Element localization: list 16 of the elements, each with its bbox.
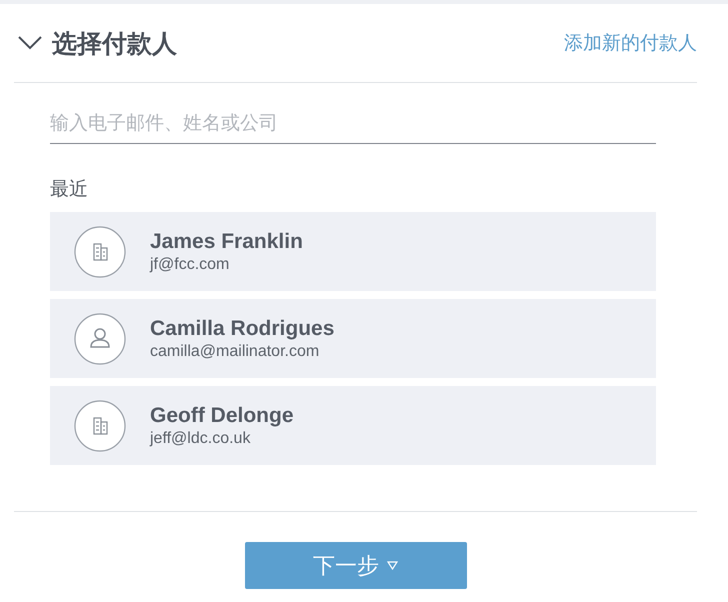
section-title: 选择付款人 (52, 28, 177, 60)
recent-label: 最近 (50, 178, 89, 202)
payer-name: Geoff Delonge (150, 404, 294, 428)
payer-email: camilla@mailinator.com (150, 342, 320, 360)
payer-email: jf@fcc.com (150, 256, 230, 274)
building-icon (74, 400, 126, 452)
payer-name: James Franklin (150, 230, 303, 254)
payer-row[interactable]: Camilla Rodrigues camilla@mailinator.com (50, 299, 656, 378)
chevron-icon[interactable] (18, 36, 42, 50)
person-icon (74, 312, 126, 364)
building-icon (74, 226, 126, 278)
payer-row[interactable]: James Franklin jf@fcc.com (50, 212, 656, 291)
payer-email: jeff@ldc.co.uk (150, 430, 252, 448)
caret-icon (387, 561, 398, 570)
payer-row[interactable]: Geoff Delonge jeff@ldc.co.uk (50, 386, 656, 465)
payer-name: Camilla Rodrigues (150, 316, 334, 340)
